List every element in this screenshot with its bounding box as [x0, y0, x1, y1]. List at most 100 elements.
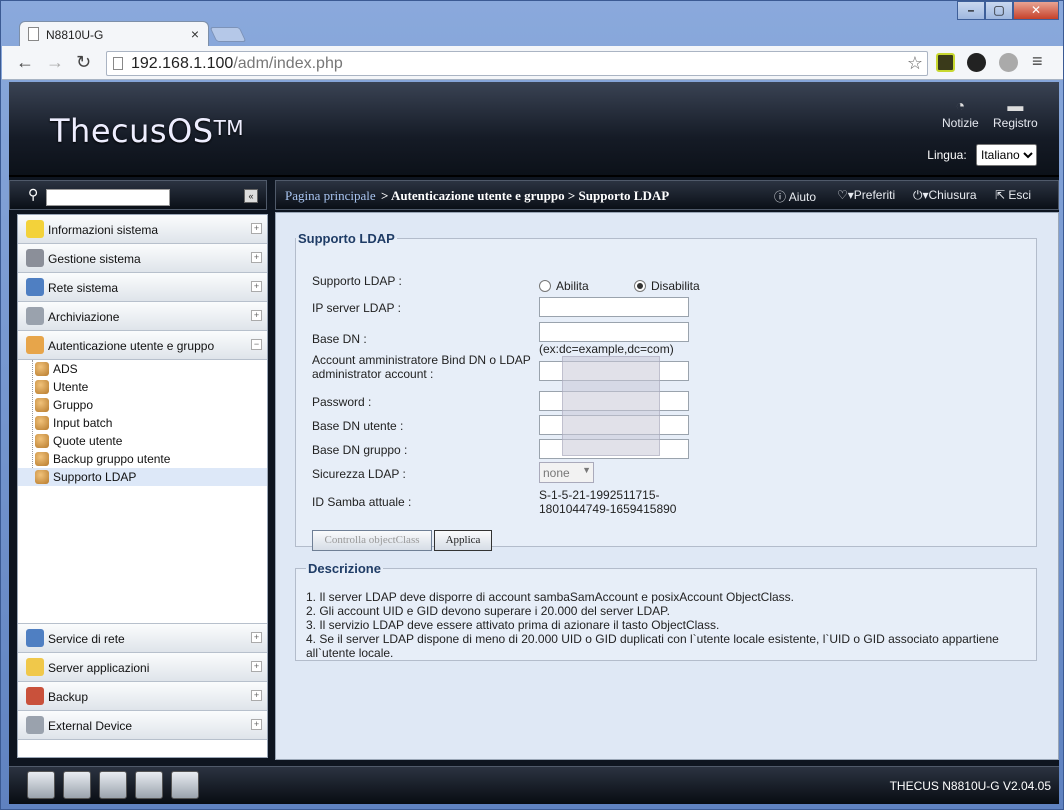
menu-group-2[interactable]: Rete sistema +	[18, 273, 267, 302]
expand-icon[interactable]: +	[251, 252, 262, 263]
sidebar-item-label: Quote utente	[53, 434, 123, 448]
new-tab-button[interactable]	[209, 27, 247, 42]
expand-icon[interactable]: +	[251, 632, 262, 643]
disk-icon[interactable]	[63, 771, 91, 799]
menu-search-input[interactable]	[46, 189, 170, 206]
reload-icon[interactable]: ↻	[76, 52, 91, 73]
forward-icon[interactable]: →	[46, 52, 64, 73]
preferiti-button[interactable]: ♡▾Preferiti	[837, 188, 895, 202]
language-label: Lingua:	[927, 148, 967, 162]
breadcrumb-home-link[interactable]: Pagina principale	[285, 188, 376, 204]
nav-menu: Informazioni sistema + Gestione sistema + Re…	[17, 214, 268, 758]
menu-search-bar: ⚲ «	[9, 180, 267, 210]
collapse-panel-icon[interactable]: «	[244, 189, 258, 203]
menu-group-label: Backup	[48, 690, 89, 704]
logo-text: ThecusOS	[50, 112, 214, 150]
sidebar-item-0[interactable]: ADS	[18, 360, 267, 378]
server-icon[interactable]	[27, 771, 55, 799]
minimize-button[interactable]: –	[957, 1, 985, 20]
enable-label: Abilita	[556, 279, 589, 293]
app-header: ThecusOSTM ◔ Notizie ▬ Registro Lingua: It…	[9, 82, 1059, 177]
sidebar-item-6[interactable]: Supporto LDAP	[18, 468, 267, 486]
security-value: none	[543, 466, 570, 480]
support-label: Supporto LDAP :	[312, 274, 402, 288]
extension-off-icon[interactable]	[967, 53, 986, 72]
check-objectclass-button[interactable]: Controlla objectClass	[312, 530, 432, 551]
page-icon	[113, 57, 123, 70]
address-bar[interactable]: 192.168.1.100/adm/index.php ☆	[106, 51, 928, 76]
description-line: 3. Il servizio LDAP deve essere attivato…	[306, 618, 720, 632]
browser-toolbar: ← → ↻ 192.168.1.100/adm/index.php ☆ ≡	[2, 46, 1063, 80]
chiusura-button[interactable]: ⏻▾Chiusura	[913, 188, 977, 203]
back-icon[interactable]: ←	[16, 52, 34, 73]
menu-group-label: Rete sistema	[48, 281, 119, 295]
disable-label: Disabilita	[651, 279, 700, 293]
notizie-button[interactable]: ◔ Notizie	[942, 98, 979, 130]
menu-group-bottom-1[interactable]: Server applicazioni +	[18, 653, 267, 682]
radio-checked-icon	[634, 280, 646, 292]
breadcrumb-path: > Autenticazione utente e gruppo > Suppo…	[381, 188, 670, 203]
notizie-label: Notizie	[942, 116, 979, 130]
browser-tab[interactable]: N8810U-G ×	[19, 21, 209, 46]
menu-group-1[interactable]: Gestione sistema +	[18, 244, 267, 273]
aiuto-button[interactable]: ⓘ Aiuto	[774, 188, 816, 205]
url-host: 192.168.1.100	[131, 55, 234, 72]
menu-icon[interactable]: ≡	[1032, 51, 1043, 72]
language-select[interactable]: Italiano	[976, 144, 1037, 166]
expand-icon[interactable]: +	[251, 310, 262, 321]
security-select[interactable]: none ▼	[539, 462, 594, 483]
base-dn-user-label: Base DN utente :	[312, 419, 404, 433]
menu-group-icon	[26, 658, 44, 676]
menu-group-bottom-2[interactable]: Backup +	[18, 682, 267, 711]
sidebar-item-2[interactable]: Gruppo	[18, 396, 267, 414]
expand-icon[interactable]: +	[251, 661, 262, 672]
bookmark-star-icon[interactable]: ☆	[907, 53, 923, 74]
menu-group-bottom-3[interactable]: External Device +	[18, 711, 267, 740]
main-content: Supporto LDAP Supporto LDAP : Abilita Di…	[275, 212, 1059, 760]
browser-window: N8810U-G × – ▢ ✕ ← → ↻ 192.168.1.100/adm…	[0, 0, 1064, 810]
sidebar-item-5[interactable]: Backup gruppo utente	[18, 450, 267, 468]
sidebar-item-4[interactable]: Quote utente	[18, 432, 267, 450]
thermometer-icon[interactable]	[135, 771, 163, 799]
menu-group-3[interactable]: Archiviazione +	[18, 302, 267, 331]
ip-input[interactable]	[539, 297, 689, 317]
extension-icon[interactable]	[936, 53, 955, 72]
extension-icon[interactable]	[999, 53, 1018, 72]
network-icon[interactable]	[171, 771, 199, 799]
expand-icon[interactable]: +	[251, 719, 262, 730]
apply-button[interactable]: Applica	[434, 530, 492, 551]
sidebar-item-3[interactable]: Input batch	[18, 414, 267, 432]
registro-button[interactable]: ▬ Registro	[993, 98, 1038, 130]
base-dn-input[interactable]	[539, 322, 689, 342]
expand-icon[interactable]: +	[251, 281, 262, 292]
collapse-icon[interactable]: −	[251, 339, 262, 350]
close-window-button[interactable]: ✕	[1013, 1, 1059, 20]
menu-group-icon	[26, 307, 44, 325]
close-tab-icon[interactable]: ×	[191, 26, 199, 42]
expand-icon[interactable]: +	[251, 223, 262, 234]
menu-group-icon	[26, 629, 44, 647]
sidebar-item-1[interactable]: Utente	[18, 378, 267, 396]
samba-value: S-1-5-21-1992511715-1801044749-165941589…	[539, 488, 677, 516]
menu-group-0[interactable]: Informazioni sistema +	[18, 215, 267, 244]
enable-radio[interactable]: Abilita	[539, 279, 589, 293]
thecus-app: ThecusOSTM ◔ Notizie ▬ Registro Lingua: It…	[9, 82, 1059, 804]
sidebar-item-label: Input batch	[53, 416, 113, 430]
base-dn-label: Base DN :	[312, 332, 367, 346]
version-label: THECUS N8810U-G V2.04.05	[889, 779, 1051, 793]
expand-icon[interactable]: +	[251, 690, 262, 701]
maximize-button[interactable]: ▢	[985, 1, 1013, 20]
description-line: 1. Il server LDAP deve disporre di accou…	[306, 590, 795, 604]
description-fieldset: Descrizione 1. Il server LDAP deve dispo…	[295, 561, 1037, 661]
menu-group-4[interactable]: Autenticazione utente e gruppo −	[18, 331, 267, 360]
tab-title: N8810U-G	[46, 28, 104, 42]
menu-group-bottom-0[interactable]: Service di rete +	[18, 624, 267, 653]
menu-group-label: Service di rete	[48, 632, 125, 646]
base-dn-group-label: Base DN gruppo :	[312, 443, 408, 457]
ldap-legend: Supporto LDAP	[298, 231, 395, 246]
esci-button[interactable]: ⇱ Esci	[995, 188, 1031, 202]
preferiti-label: Preferiti	[853, 188, 896, 202]
disable-radio[interactable]: Disabilita	[634, 279, 700, 293]
search-icon: ⚲	[28, 186, 39, 202]
fan-icon[interactable]	[99, 771, 127, 799]
